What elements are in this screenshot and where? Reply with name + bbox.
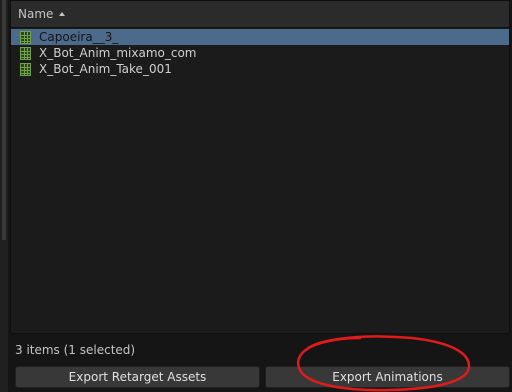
animation-asset-icon <box>20 62 31 76</box>
asset-list-panel: Name Capoeira__3_ X_Bot_Anim_mixamo_com … <box>10 0 510 334</box>
asset-name: X_Bot_Anim_Take_001 <box>39 62 172 76</box>
export-retarget-assets-label: Export Retarget Assets <box>68 370 207 384</box>
asset-name: X_Bot_Anim_mixamo_com <box>39 46 197 60</box>
asset-row-capoeira[interactable]: Capoeira__3_ <box>11 29 509 45</box>
name-column-label: Name <box>18 7 54 21</box>
animation-asset-icon <box>20 46 31 60</box>
sort-ascending-icon <box>59 12 66 16</box>
asset-name: Capoeira__3_ <box>39 30 119 44</box>
left-scrollbar-thumb[interactable] <box>2 0 6 240</box>
export-animations-button[interactable]: Export Animations <box>265 366 510 388</box>
export-retarget-assets-button[interactable]: Export Retarget Assets <box>15 366 260 388</box>
animation-asset-icon <box>20 30 31 44</box>
name-column-header[interactable]: Name <box>11 1 509 28</box>
asset-list: Capoeira__3_ X_Bot_Anim_mixamo_com X_Bot… <box>11 29 509 77</box>
asset-row-x-bot-anim-take-001[interactable]: X_Bot_Anim_Take_001 <box>11 61 509 77</box>
asset-row-x-bot-anim-mixamo-com[interactable]: X_Bot_Anim_mixamo_com <box>11 45 509 61</box>
asset-picker-window: Name Capoeira__3_ X_Bot_Anim_mixamo_com … <box>0 0 512 392</box>
export-animations-label: Export Animations <box>332 370 443 384</box>
left-scrollbar-track[interactable] <box>0 0 8 392</box>
selection-status: 3 items (1 selected) <box>15 343 136 357</box>
